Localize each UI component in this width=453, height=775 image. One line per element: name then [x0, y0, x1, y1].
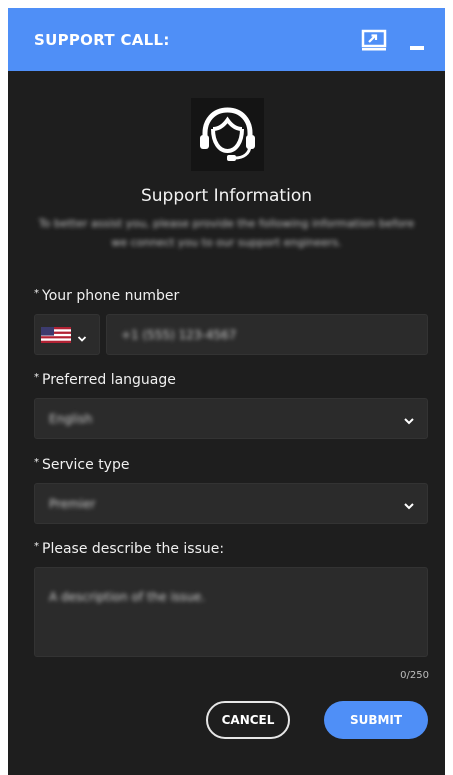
- service-type-label: * Service type: [34, 457, 130, 473]
- character-counter: 0/250: [400, 670, 429, 681]
- cancel-button[interactable]: CANCEL: [206, 701, 290, 739]
- headset-agent-icon: [191, 98, 264, 171]
- us-flag-icon: [41, 327, 71, 343]
- phone-input[interactable]: +1 (555) 123-4567: [106, 314, 428, 355]
- required-marker: *: [34, 288, 39, 299]
- required-marker: *: [34, 541, 39, 552]
- language-label: * Preferred language: [34, 372, 176, 388]
- country-code-select[interactable]: [34, 314, 100, 355]
- service-type-select[interactable]: Premier: [34, 483, 428, 524]
- window-title: SUPPORT CALL:: [34, 31, 170, 49]
- minimize-button[interactable]: [410, 46, 424, 50]
- submit-button[interactable]: SUBMIT: [324, 701, 428, 739]
- required-marker: *: [34, 457, 39, 468]
- support-info-title: Support Information: [140, 186, 312, 206]
- required-marker: *: [34, 372, 39, 383]
- language-select[interactable]: English: [34, 398, 428, 439]
- screen-share-icon[interactable]: [360, 26, 388, 54]
- phone-label: * Your phone number: [34, 288, 180, 304]
- chevron-down-icon: [77, 329, 87, 342]
- support-call-window: SUPPORT CALL: Support Information To bet…: [8, 8, 445, 775]
- chevron-down-icon: [403, 497, 415, 509]
- title-bar: SUPPORT CALL:: [8, 8, 445, 71]
- support-info-description: To better assist you, please provide the…: [38, 217, 415, 249]
- issue-textarea[interactable]: A description of the issue.: [34, 567, 428, 657]
- issue-label: * Please describe the issue:: [34, 541, 225, 557]
- chevron-down-icon: [403, 412, 415, 424]
